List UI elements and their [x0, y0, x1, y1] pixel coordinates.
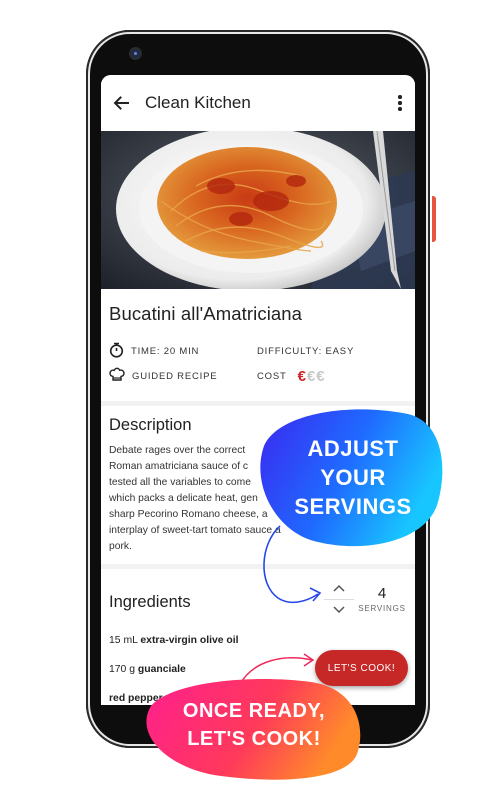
- promo-line: ONCE READY,: [182, 700, 326, 722]
- difficulty-info: DIFFICULTY: EASY: [257, 343, 407, 359]
- guided-info: GUIDED RECIPE: [109, 367, 257, 386]
- difficulty-label: DIFFICULTY: EASY: [257, 345, 355, 357]
- promo-line: LET'S COOK!: [187, 728, 321, 750]
- chevron-up-icon[interactable]: [333, 579, 345, 597]
- recipe-meta: TIME: 20 MIN DIFFICULTY: EASY GUIDED REC…: [109, 342, 407, 386]
- guided-label: GUIDED RECIPE: [132, 370, 218, 382]
- ingredient-name: guanciale: [137, 664, 186, 675]
- promo-stage: Clean Kitchen Bucatini all'Amatriciana T…: [0, 0, 502, 791]
- app-title: Clean Kitchen: [145, 93, 251, 112]
- ingredient-qty: 15 mL: [109, 635, 141, 646]
- time-info: TIME: 20 MIN: [109, 342, 257, 361]
- front-camera-icon: [129, 47, 142, 60]
- servings-count: 4: [377, 585, 387, 602]
- euro-icon: €: [297, 367, 306, 385]
- app-screen: Clean Kitchen Bucatini all'Amatriciana T…: [101, 75, 415, 705]
- stopwatch-icon: [109, 342, 124, 361]
- once-ready-text: ONCE READY, LET'S COOK!: [148, 697, 360, 753]
- promo-line: SERVINGS: [294, 494, 412, 519]
- euro-icon: €: [306, 367, 316, 385]
- promo-line: YOUR: [320, 465, 386, 490]
- servings-pointer-arrow: [263, 525, 322, 604]
- cost-label: COST: [257, 370, 287, 382]
- cost-rating: € € €: [298, 368, 325, 385]
- recipe-title: Bucatini all'Amatriciana: [109, 303, 303, 324]
- adjust-servings-text: ADJUST YOUR SERVINGS: [283, 434, 423, 521]
- app-bar: Clean Kitchen: [101, 75, 415, 131]
- servings-label: SERVINGS: [358, 604, 406, 613]
- servings-stepper[interactable]: [324, 579, 354, 619]
- phone-side-button: [432, 196, 436, 242]
- promo-line: ADJUST: [307, 436, 399, 461]
- cost-info: COST € € €: [257, 368, 407, 385]
- ingredient-qty: 170 g: [109, 664, 138, 675]
- more-vert-icon[interactable]: [395, 93, 405, 113]
- recipe-hero-image: [101, 131, 415, 289]
- stepper-divider: [324, 598, 354, 600]
- time-label: TIME: 20 MIN: [131, 345, 200, 357]
- servings-display: 4 SERVINGS: [355, 585, 409, 613]
- euro-icon: €: [316, 367, 325, 385]
- chef-hat-icon: [109, 367, 125, 386]
- ingredients-title: Ingredients: [109, 592, 191, 611]
- recipe-summary-card: Bucatini all'Amatriciana TIME: 20 MIN DI…: [101, 289, 415, 401]
- back-arrow-icon[interactable]: [111, 93, 131, 113]
- ingredient-name: extra-virgin olive oil: [140, 635, 239, 646]
- chevron-down-icon[interactable]: [333, 601, 345, 619]
